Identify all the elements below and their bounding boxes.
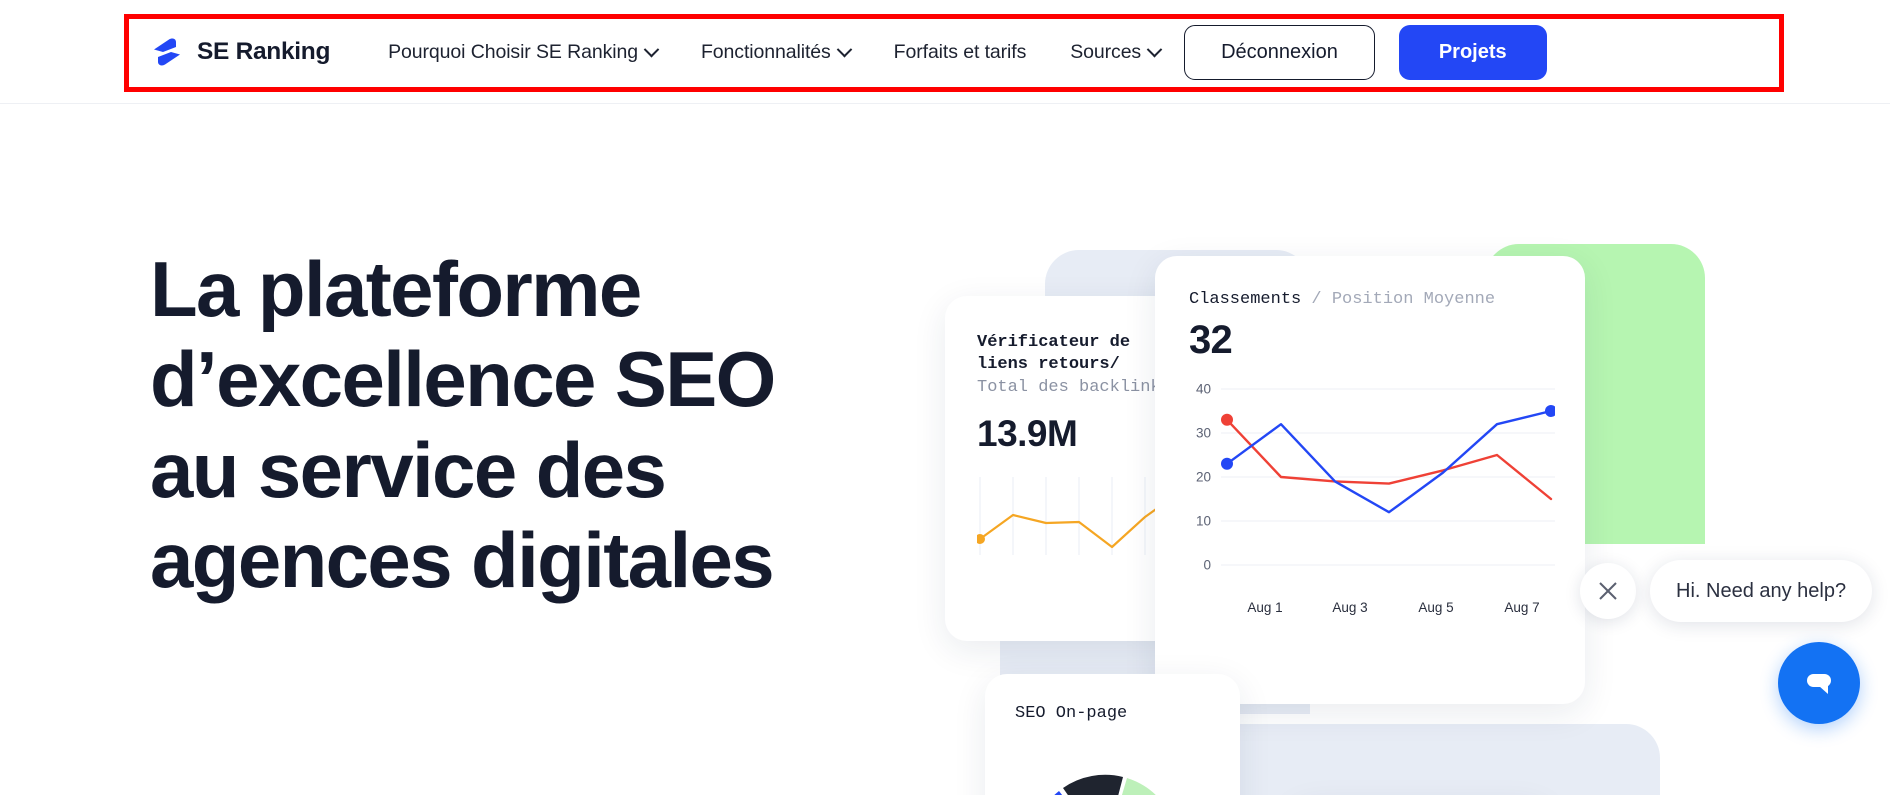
data-point-marker bbox=[1545, 405, 1555, 417]
rankings-separator: / bbox=[1311, 290, 1322, 309]
chevron-down-icon bbox=[836, 41, 852, 57]
card-rankings: Classements / Position Moyenne 32 40 30 … bbox=[1155, 256, 1585, 704]
y-tick-label: 30 bbox=[1195, 425, 1211, 441]
gauge-svg bbox=[1054, 774, 1156, 795]
backlinks-title-line2: liens retours/ bbox=[977, 354, 1120, 374]
y-tick-label: 40 bbox=[1195, 381, 1211, 397]
nav-item-fonctionnalites[interactable]: Fonctionnalités bbox=[701, 31, 852, 74]
rankings-chart: 40 30 20 10 0 Aug 1 Aug 3 Aug 5 Aug 7 bbox=[1189, 381, 1555, 615]
data-point-marker bbox=[1221, 413, 1233, 426]
x-tick-label: Aug 3 bbox=[1332, 600, 1368, 615]
lightning-bolt-icon bbox=[150, 35, 184, 69]
y-tick-label: 20 bbox=[1195, 469, 1211, 485]
logo-text: SE Ranking bbox=[197, 38, 331, 65]
x-tick-label: Aug 7 bbox=[1504, 600, 1540, 615]
rankings-sublabel: Position Moyenne bbox=[1331, 290, 1496, 309]
logo[interactable]: SE Ranking bbox=[150, 35, 330, 69]
hero-section: La plateforme d’excellence SEO au servic… bbox=[0, 104, 1890, 795]
close-icon bbox=[1599, 582, 1617, 600]
chevron-down-icon bbox=[643, 41, 660, 57]
backlinks-sparkline bbox=[977, 477, 1177, 556]
header-content: SE Ranking Pourquoi Choisir SE Ranking F… bbox=[150, 0, 1547, 104]
backlinks-subtitle: Total des backlinks bbox=[977, 377, 1171, 397]
onpage-gauge-chart bbox=[1015, 749, 1195, 795]
x-tick-label: Aug 1 bbox=[1247, 600, 1283, 615]
projects-button[interactable]: Projets bbox=[1398, 24, 1547, 80]
x-tick-label: Aug 5 bbox=[1418, 600, 1454, 615]
rankings-label: Classements bbox=[1189, 290, 1302, 309]
data-point-marker bbox=[1221, 457, 1233, 470]
chat-launcher-button[interactable] bbox=[1778, 642, 1860, 724]
chat-close-button[interactable] bbox=[1580, 563, 1636, 619]
card-seo-onpage: SEO On-page bbox=[985, 674, 1240, 795]
nav-item-pourquoi-choisir[interactable]: Pourquoi Choisir SE Ranking bbox=[388, 31, 660, 74]
main-nav: Pourquoi Choisir SE Ranking Fonctionnali… bbox=[388, 31, 1163, 74]
rankings-value: 32 bbox=[1189, 318, 1233, 362]
nav-item-sources[interactable]: Sources bbox=[1070, 31, 1163, 74]
decorative-shape-gray bbox=[1240, 724, 1660, 795]
onpage-title: SEO On-page bbox=[1015, 704, 1128, 723]
nav-item-forfaits-et-tarifs[interactable]: Forfaits et tarifs bbox=[894, 31, 1027, 74]
nav-item-label: Forfaits et tarifs bbox=[893, 40, 1027, 63]
rankings-plot bbox=[1221, 388, 1555, 566]
backlinks-value: 13.9M bbox=[977, 413, 1078, 455]
chat-bubble-icon bbox=[1807, 674, 1831, 694]
site-header: SE Ranking Pourquoi Choisir SE Ranking F… bbox=[0, 0, 1890, 104]
nav-item-label: Fonctionnalités bbox=[701, 40, 831, 63]
backlinks-title-line1: Vérificateur de bbox=[977, 333, 1131, 352]
page-root: SE Ranking Pourquoi Choisir SE Ranking F… bbox=[0, 0, 1890, 795]
y-tick-label: 0 bbox=[1203, 557, 1211, 573]
nav-item-label: Pourquoi Choisir SE Ranking bbox=[388, 40, 638, 63]
chat-greeting-text: Hi. Need any help? bbox=[1676, 579, 1847, 602]
chevron-down-icon bbox=[1146, 41, 1163, 57]
chat-greeting-bubble[interactable]: Hi. Need any help? bbox=[1650, 560, 1873, 622]
page-title: La plateforme d’excellence SEO au servic… bbox=[150, 245, 776, 605]
logout-button[interactable]: Déconnexion bbox=[1184, 24, 1375, 80]
y-tick-label: 10 bbox=[1195, 513, 1211, 529]
nav-item-label: Sources bbox=[1070, 40, 1142, 63]
rankings-header: Classements / Position Moyenne bbox=[1189, 290, 1553, 309]
